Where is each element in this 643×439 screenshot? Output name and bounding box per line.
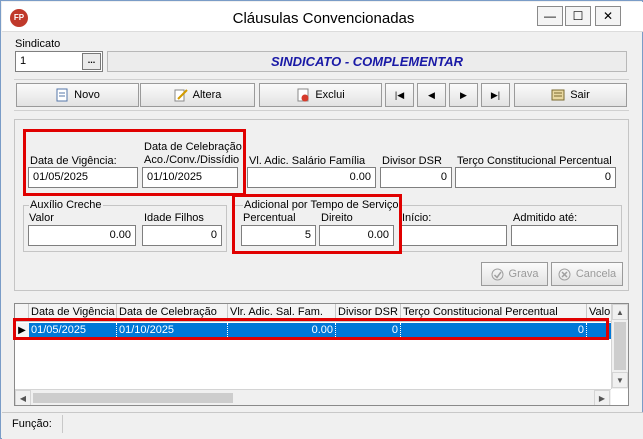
first-record-button[interactable]: |◀ [385,83,414,107]
divisor-dsr-input[interactable]: 0 [380,167,452,188]
divisor-dsr-label: Divisor DSR [382,155,442,167]
next-record-button[interactable]: ▶ [449,83,478,107]
inicio-input[interactable] [400,225,507,246]
highlight-adicional [232,194,402,254]
funcao-value [62,415,638,433]
terco-constitucional-input[interactable]: 0 [455,167,616,188]
grava-button[interactable]: Grava [481,262,548,286]
altera-button[interactable]: Altera [140,83,255,107]
scroll-thumb[interactable] [614,322,626,370]
horizontal-scrollbar[interactable]: ◀ ▶ [15,389,611,405]
check-icon [491,268,504,280]
scroll-left-icon[interactable]: ◀ [15,390,31,405]
funcao-label: Função: [12,418,52,430]
sindicato-label: Sindicato [15,38,61,50]
scroll-right-icon[interactable]: ▶ [594,390,610,405]
last-record-button[interactable]: ▶| [481,83,510,107]
sair-button[interactable]: Sair [514,83,627,107]
toolbar: Novo Altera Exclui |◀ ◀ ▶ ▶| Sair [14,79,629,111]
altera-label: Altera [192,89,222,101]
highlight-datas [23,129,246,196]
vl-adic-salario-familia-input[interactable]: 0.00 [247,167,376,188]
vl-adic-salario-familia-label: Vl. Adic. Salário Família [249,155,366,167]
inicio-label: Início: [402,212,432,224]
maximize-button[interactable]: ☐ [565,6,591,26]
delete-icon [297,88,309,102]
admitido-ate-label: Admitido até: [513,212,578,224]
grava-label: Grava [508,268,539,280]
auxilio-creche-valor-input[interactable]: 0.00 [28,225,136,246]
hscroll-thumb[interactable] [33,393,233,403]
highlight-grid-row [13,318,609,340]
cancel-icon [558,268,571,280]
sindicato-lookup-button[interactable]: ... [82,53,101,70]
vertical-scrollbar[interactable]: ▲ ▼ [611,304,628,389]
prev-record-button[interactable]: ◀ [417,83,446,107]
auxilio-creche-valor-label: Valor [29,212,54,224]
novo-label: Novo [74,89,100,101]
cancela-button[interactable]: Cancela [551,262,623,286]
scroll-down-icon[interactable]: ▼ [612,372,628,388]
admitido-ate-input[interactable] [511,225,618,246]
cancela-label: Cancela [575,268,617,280]
exclui-button[interactable]: Exclui [259,83,382,107]
idade-filhos-input[interactable]: 0 [142,225,222,246]
status-bar: Função: [2,412,643,439]
idade-filhos-label: Idade Filhos [144,212,204,224]
new-document-icon [56,88,68,102]
minimize-button[interactable]: — [537,6,563,26]
exit-icon [551,89,565,101]
scroll-up-icon[interactable]: ▲ [612,304,628,320]
novo-button[interactable]: Novo [16,83,139,107]
sair-label: Sair [570,89,590,101]
edit-icon [174,89,188,102]
close-button[interactable]: ✕ [595,6,621,26]
auxilio-creche-label: Auxílio Creche [29,199,103,211]
exclui-label: Exclui [315,89,345,101]
title-bar: FP Cláusulas Convencionadas — ☐ ✕ [2,2,643,32]
terco-constitucional-label: Terço Constitucional Percentual [457,155,612,167]
sindicato-name-display: SINDICATO - COMPLEMENTAR [107,51,627,72]
main-window: FP Cláusulas Convencionadas — ☐ ✕ Sindic… [0,0,643,439]
